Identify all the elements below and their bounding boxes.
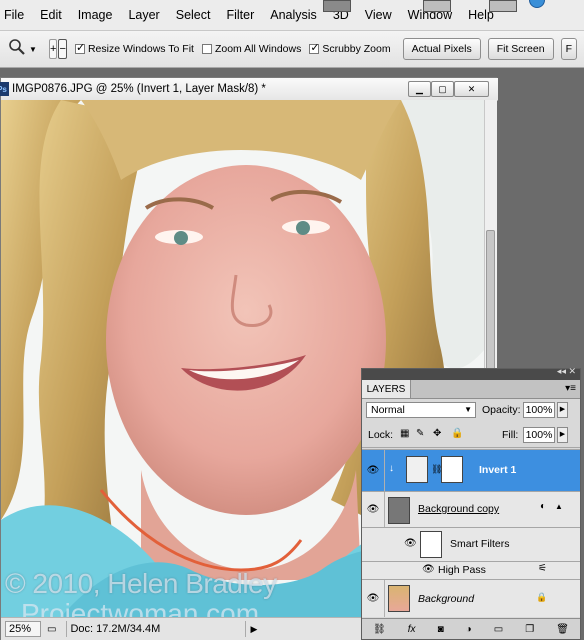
layer-mask-thumbnail[interactable] — [441, 456, 463, 483]
options-bar: ▼ + − Resize Windows To Fit Zoom All Win… — [0, 31, 584, 68]
expand-triangle-icon[interactable]: ▲ — [555, 502, 563, 511]
fill-label: Fill: — [502, 429, 519, 441]
background-thumbnail[interactable] — [388, 585, 410, 612]
visibility-eye-icon[interactable]: 👁 — [422, 564, 435, 575]
scrubby-zoom-label: Scrubby Zoom — [322, 43, 391, 55]
layer-row-background-copy[interactable]: 👁 Background copy ◐ ▲ — [362, 491, 580, 527]
tab-layers[interactable]: LAYERS — [362, 380, 411, 398]
layer-name: Invert 1 — [479, 464, 517, 476]
layer-name: High Pass — [438, 564, 486, 576]
eye-column — [362, 528, 384, 561]
layer-name: Smart Filters — [450, 538, 510, 550]
smart-filter-icon[interactable]: ◐ — [540, 501, 546, 512]
close-icon[interactable]: ✕ — [454, 81, 489, 97]
menu-view[interactable]: View — [357, 8, 400, 22]
menu-edit[interactable]: Edit — [32, 8, 70, 22]
visibility-eye-icon[interactable]: 👁 — [362, 492, 385, 527]
smart-filter-mask-thumbnail[interactable] — [420, 531, 442, 558]
status-icon[interactable]: ▭ — [47, 624, 56, 635]
panel-tab-bar: LAYERS ▾≡ — [362, 380, 580, 399]
resize-windows-option[interactable]: Resize Windows To Fit — [74, 41, 194, 55]
filter-options-icon[interactable]: ⚟ — [538, 563, 547, 574]
smart-object-thumbnail[interactable] — [388, 497, 410, 524]
menu-select[interactable]: Select — [168, 8, 219, 22]
photoshop-icon: Ps — [0, 82, 9, 96]
opacity-label: Opacity: — [482, 404, 521, 416]
collapse-panel-icon[interactable]: ◂◂ ✕ — [557, 366, 576, 377]
arrange-button[interactable] — [423, 0, 451, 12]
zoom-level-field[interactable]: 25% — [5, 621, 41, 637]
zoom-all-checkbox[interactable] — [201, 44, 212, 54]
fit-screen-button[interactable]: Fit Screen — [487, 38, 554, 60]
workspace-button[interactable] — [323, 0, 351, 12]
adjustment-layer-icon[interactable]: ◑ — [466, 624, 472, 635]
add-mask-icon[interactable]: ◙ — [438, 624, 444, 635]
layer-row-background[interactable]: 👁 Background 🔒 — [362, 579, 580, 617]
delete-layer-icon[interactable]: 🗑 — [556, 624, 569, 635]
layer-row-smart-filters[interactable]: 👁 Smart Filters — [362, 527, 580, 561]
resize-windows-checkbox[interactable] — [74, 41, 85, 54]
new-group-icon[interactable]: ▭ — [494, 624, 503, 635]
lock-image-icon[interactable]: ✎ — [416, 428, 424, 439]
panel-menu-icon[interactable]: ▾≡ — [565, 383, 576, 394]
document-title: IMGP0876.JPG @ 25% (Invert 1, Layer Mask… — [12, 83, 266, 95]
fill-screen-button[interactable]: F — [560, 38, 577, 60]
resize-windows-label: Resize Windows To Fit — [87, 43, 194, 55]
new-layer-icon[interactable]: ❐ — [525, 624, 534, 635]
zoom-all-option[interactable]: Zoom All Windows — [201, 43, 302, 55]
zoom-tool-icon[interactable] — [8, 38, 26, 61]
menu-image[interactable]: Image — [70, 8, 121, 22]
fill-field[interactable]: 100% — [523, 427, 555, 443]
menu-filter[interactable]: Filter — [218, 8, 262, 22]
adjustment-thumbnail-icon[interactable] — [406, 456, 428, 483]
minimize-icon[interactable]: ▁ — [408, 81, 431, 97]
layer-name: Background — [418, 593, 475, 605]
clip-arrow-icon: ↓ — [389, 463, 394, 474]
lock-position-icon[interactable]: ✥ — [433, 428, 441, 439]
layers-panel-toolbar: ⛓ fx ◙ ◑ ▭ ❐ 🗑 — [362, 618, 580, 639]
screen-mode-button[interactable] — [489, 0, 517, 12]
layers-panel: ◂◂ ✕ LAYERS ▾≡ Normal Opacity: 100% ▶ Lo… — [361, 366, 581, 640]
zoom-in-icon[interactable]: + — [48, 39, 58, 59]
layer-style-fx-icon[interactable]: fx — [408, 624, 416, 635]
menu-file[interactable]: File — [0, 8, 32, 22]
watermark-line-1: © 2010, Helen Bradley — [5, 568, 277, 599]
tool-preset-dropdown-icon[interactable]: ▼ — [29, 45, 37, 54]
document-size-info: Doc: 17.2M/34.4M — [66, 621, 247, 637]
layer-lock-icon: 🔒 — [536, 592, 548, 602]
maximize-icon[interactable]: ▢ — [431, 81, 454, 97]
scrubby-zoom-checkbox[interactable] — [309, 41, 320, 54]
blend-opacity-row: Normal Opacity: 100% ▶ — [362, 399, 580, 423]
fill-slider-button[interactable]: ▶ — [557, 427, 568, 443]
menu-layer[interactable]: Layer — [120, 8, 167, 22]
document-title-bar[interactable]: Ps IMGP0876.JPG @ 25% (Invert 1, Layer M… — [0, 78, 498, 101]
layer-row-invert-1[interactable]: 👁 ↓ ⛓ Invert 1 — [362, 449, 580, 491]
menu-bar: File Edit Image Layer Select Filter Anal… — [0, 0, 584, 31]
layer-name: Background copy — [418, 503, 500, 515]
actual-pixels-button[interactable]: Actual Pixels — [402, 38, 481, 60]
blend-mode-select[interactable]: Normal — [366, 402, 476, 418]
scrubby-zoom-option[interactable]: Scrubby Zoom — [309, 41, 391, 55]
menu-analysis[interactable]: Analysis — [262, 8, 325, 22]
status-menu-icon[interactable]: ▶ — [250, 624, 257, 635]
visibility-eye-icon[interactable]: 👁 — [362, 450, 385, 491]
zoom-out-icon[interactable]: − — [58, 39, 67, 59]
lock-label: Lock: — [368, 429, 394, 441]
layer-row-high-pass[interactable]: 👁 High Pass ⚟ — [362, 561, 580, 579]
watermark-line-2: Projectwoman.com — [21, 598, 259, 617]
lock-transparent-icon[interactable]: ▦ — [400, 428, 409, 439]
opacity-field[interactable]: 100% — [523, 402, 555, 418]
visibility-eye-icon[interactable]: 👁 — [362, 580, 385, 617]
visibility-eye-icon[interactable]: 👁 — [404, 538, 417, 549]
cs-live-icon[interactable] — [529, 0, 545, 8]
link-layers-icon[interactable]: ⛓ — [373, 624, 386, 635]
lock-fill-row: Lock: ▦ ✎ ✥ 🔒 Fill: 100% ▶ — [362, 423, 580, 448]
opacity-slider-button[interactable]: ▶ — [557, 402, 568, 418]
zoom-all-label: Zoom All Windows — [214, 43, 302, 55]
panel-header-strip[interactable]: ◂◂ ✕ — [362, 366, 580, 380]
lock-all-icon[interactable]: 🔒 — [451, 428, 463, 439]
